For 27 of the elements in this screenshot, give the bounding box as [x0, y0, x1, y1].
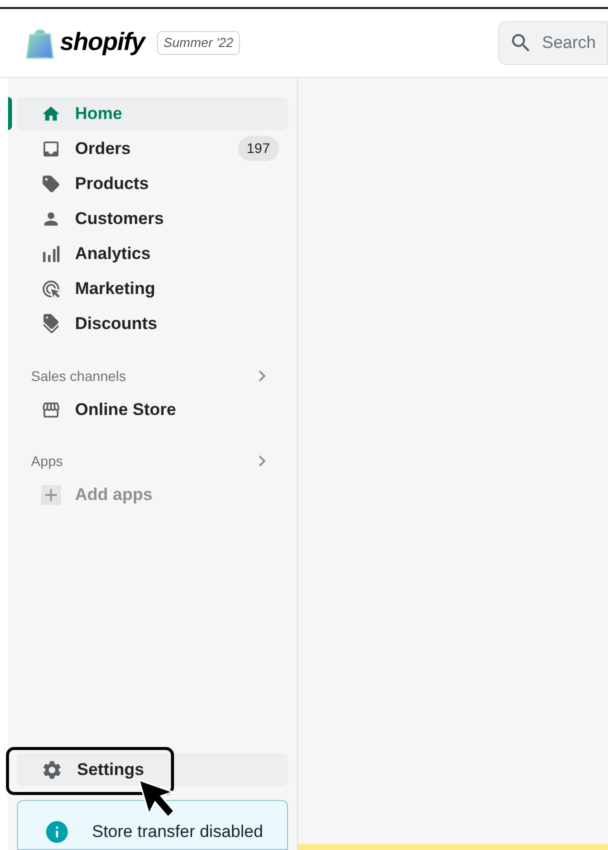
section-heading: Apps — [31, 452, 63, 471]
gear-icon — [41, 758, 63, 780]
inbox-icon — [41, 138, 61, 158]
plus-icon — [41, 484, 61, 504]
nav-item[interactable]: Analytics — [17, 237, 288, 270]
search-field[interactable]: Search — [498, 21, 608, 65]
nav-item[interactable]: Orders 197 — [17, 132, 288, 165]
info-icon — [44, 819, 70, 845]
brand-name: shopify — [60, 27, 145, 58]
settings-item[interactable]: Settings — [17, 753, 288, 786]
bar-chart-icon — [41, 244, 61, 264]
shopping-bag-logo-icon — [26, 27, 54, 59]
nav-item[interactable]: Customers — [17, 202, 288, 235]
nav-item[interactable]: Online Store — [17, 393, 288, 426]
edition-badge: Summer '22 — [156, 31, 240, 55]
home-icon — [41, 104, 61, 124]
storefront-icon — [41, 400, 61, 420]
section-heading: Sales channels — [31, 366, 126, 386]
nav-item[interactable]: Discounts — [17, 307, 288, 340]
count-badge: 197 — [238, 136, 279, 161]
nav-item[interactable]: Marketing — [17, 272, 288, 305]
tag-icon — [41, 174, 61, 194]
nav-item[interactable]: Products — [17, 167, 288, 200]
notice-text: Store transfer disabled — [92, 821, 264, 843]
nav-item[interactable]: Home — [17, 97, 288, 130]
target-cursor-icon — [41, 278, 61, 298]
discount-icon — [41, 314, 61, 334]
